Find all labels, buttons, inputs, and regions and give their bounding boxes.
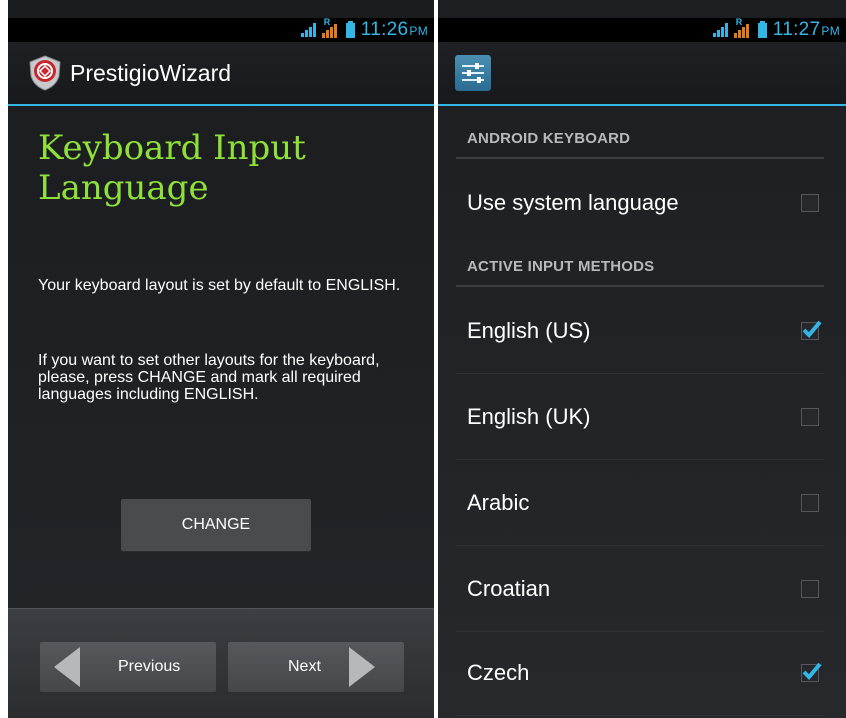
wizard-screen: R 11:26PM PrestigioWizard Keyboard Input… xyxy=(8,0,434,718)
list-item-english-us[interactable]: English (US) xyxy=(456,288,824,374)
checkbox-unchecked[interactable] xyxy=(801,407,819,426)
wizard-navigation-bar: Previous Next xyxy=(8,608,434,718)
previous-button[interactable]: Previous xyxy=(40,642,216,692)
list-item-arabic[interactable]: Arabic xyxy=(456,460,824,546)
list-item-english-uk[interactable]: English (UK) xyxy=(456,374,824,460)
list-item-label: English (UK) xyxy=(467,403,591,429)
description-change-instructions: If you want to set other layouts for the… xyxy=(38,352,380,403)
list-item-label: English (US) xyxy=(467,317,591,343)
checkbox-checked[interactable] xyxy=(801,662,822,682)
arrow-left-icon xyxy=(54,647,80,687)
checkmark-icon xyxy=(802,662,822,680)
checkbox-unchecked[interactable] xyxy=(801,579,819,598)
page-title: Keyboard Input Language xyxy=(38,128,306,208)
action-bar xyxy=(438,42,846,106)
next-button[interactable]: Next xyxy=(228,642,404,692)
list-item-use-system-language[interactable]: Use system language xyxy=(456,160,824,246)
section-header-android-keyboard: ANDROID KEYBOARD xyxy=(456,119,824,159)
roaming-signal-icon: R xyxy=(733,17,752,38)
status-bar: R 11:27PM xyxy=(438,17,846,42)
arrow-right-icon xyxy=(348,647,375,687)
list-item-czech[interactable]: Czech xyxy=(456,630,824,716)
prestigio-logo-icon[interactable] xyxy=(26,54,64,92)
previous-label: Previous xyxy=(118,658,181,675)
roaming-signal-icon: R xyxy=(321,17,340,38)
input-methods-screen: R 11:27PM ANDROID KEYBOARD Use system la… xyxy=(438,0,846,718)
list-item-label: Use system language xyxy=(467,190,679,215)
list-item-label: Croatian xyxy=(467,575,551,601)
checkbox-unchecked[interactable] xyxy=(801,493,819,512)
app-title: PrestigioWizard xyxy=(70,59,232,86)
status-bar: R 11:26PM xyxy=(8,17,434,42)
checkmark-icon xyxy=(802,320,822,338)
list-item-label: Czech xyxy=(467,659,530,685)
checkbox-checked[interactable] xyxy=(801,320,822,340)
action-bar: PrestigioWizard xyxy=(8,42,434,106)
battery-icon xyxy=(757,20,767,38)
status-time: 11:27PM xyxy=(772,19,840,40)
list-item-label: Arabic xyxy=(467,489,530,515)
list-item-croatian[interactable]: Croatian xyxy=(456,546,824,632)
battery-icon xyxy=(345,20,355,38)
section-header-active-input-methods: ACTIVE INPUT METHODS xyxy=(456,247,824,287)
signal-icon xyxy=(712,23,728,37)
status-time: 11:26PM xyxy=(360,19,428,40)
input-settings-icon[interactable] xyxy=(455,55,491,91)
description-default-layout: Your keyboard layout is set by default t… xyxy=(38,277,401,294)
signal-icon xyxy=(300,23,316,37)
change-button[interactable]: CHANGE xyxy=(121,499,311,551)
checkbox-unchecked[interactable] xyxy=(801,194,819,212)
next-label: Next xyxy=(288,658,321,675)
